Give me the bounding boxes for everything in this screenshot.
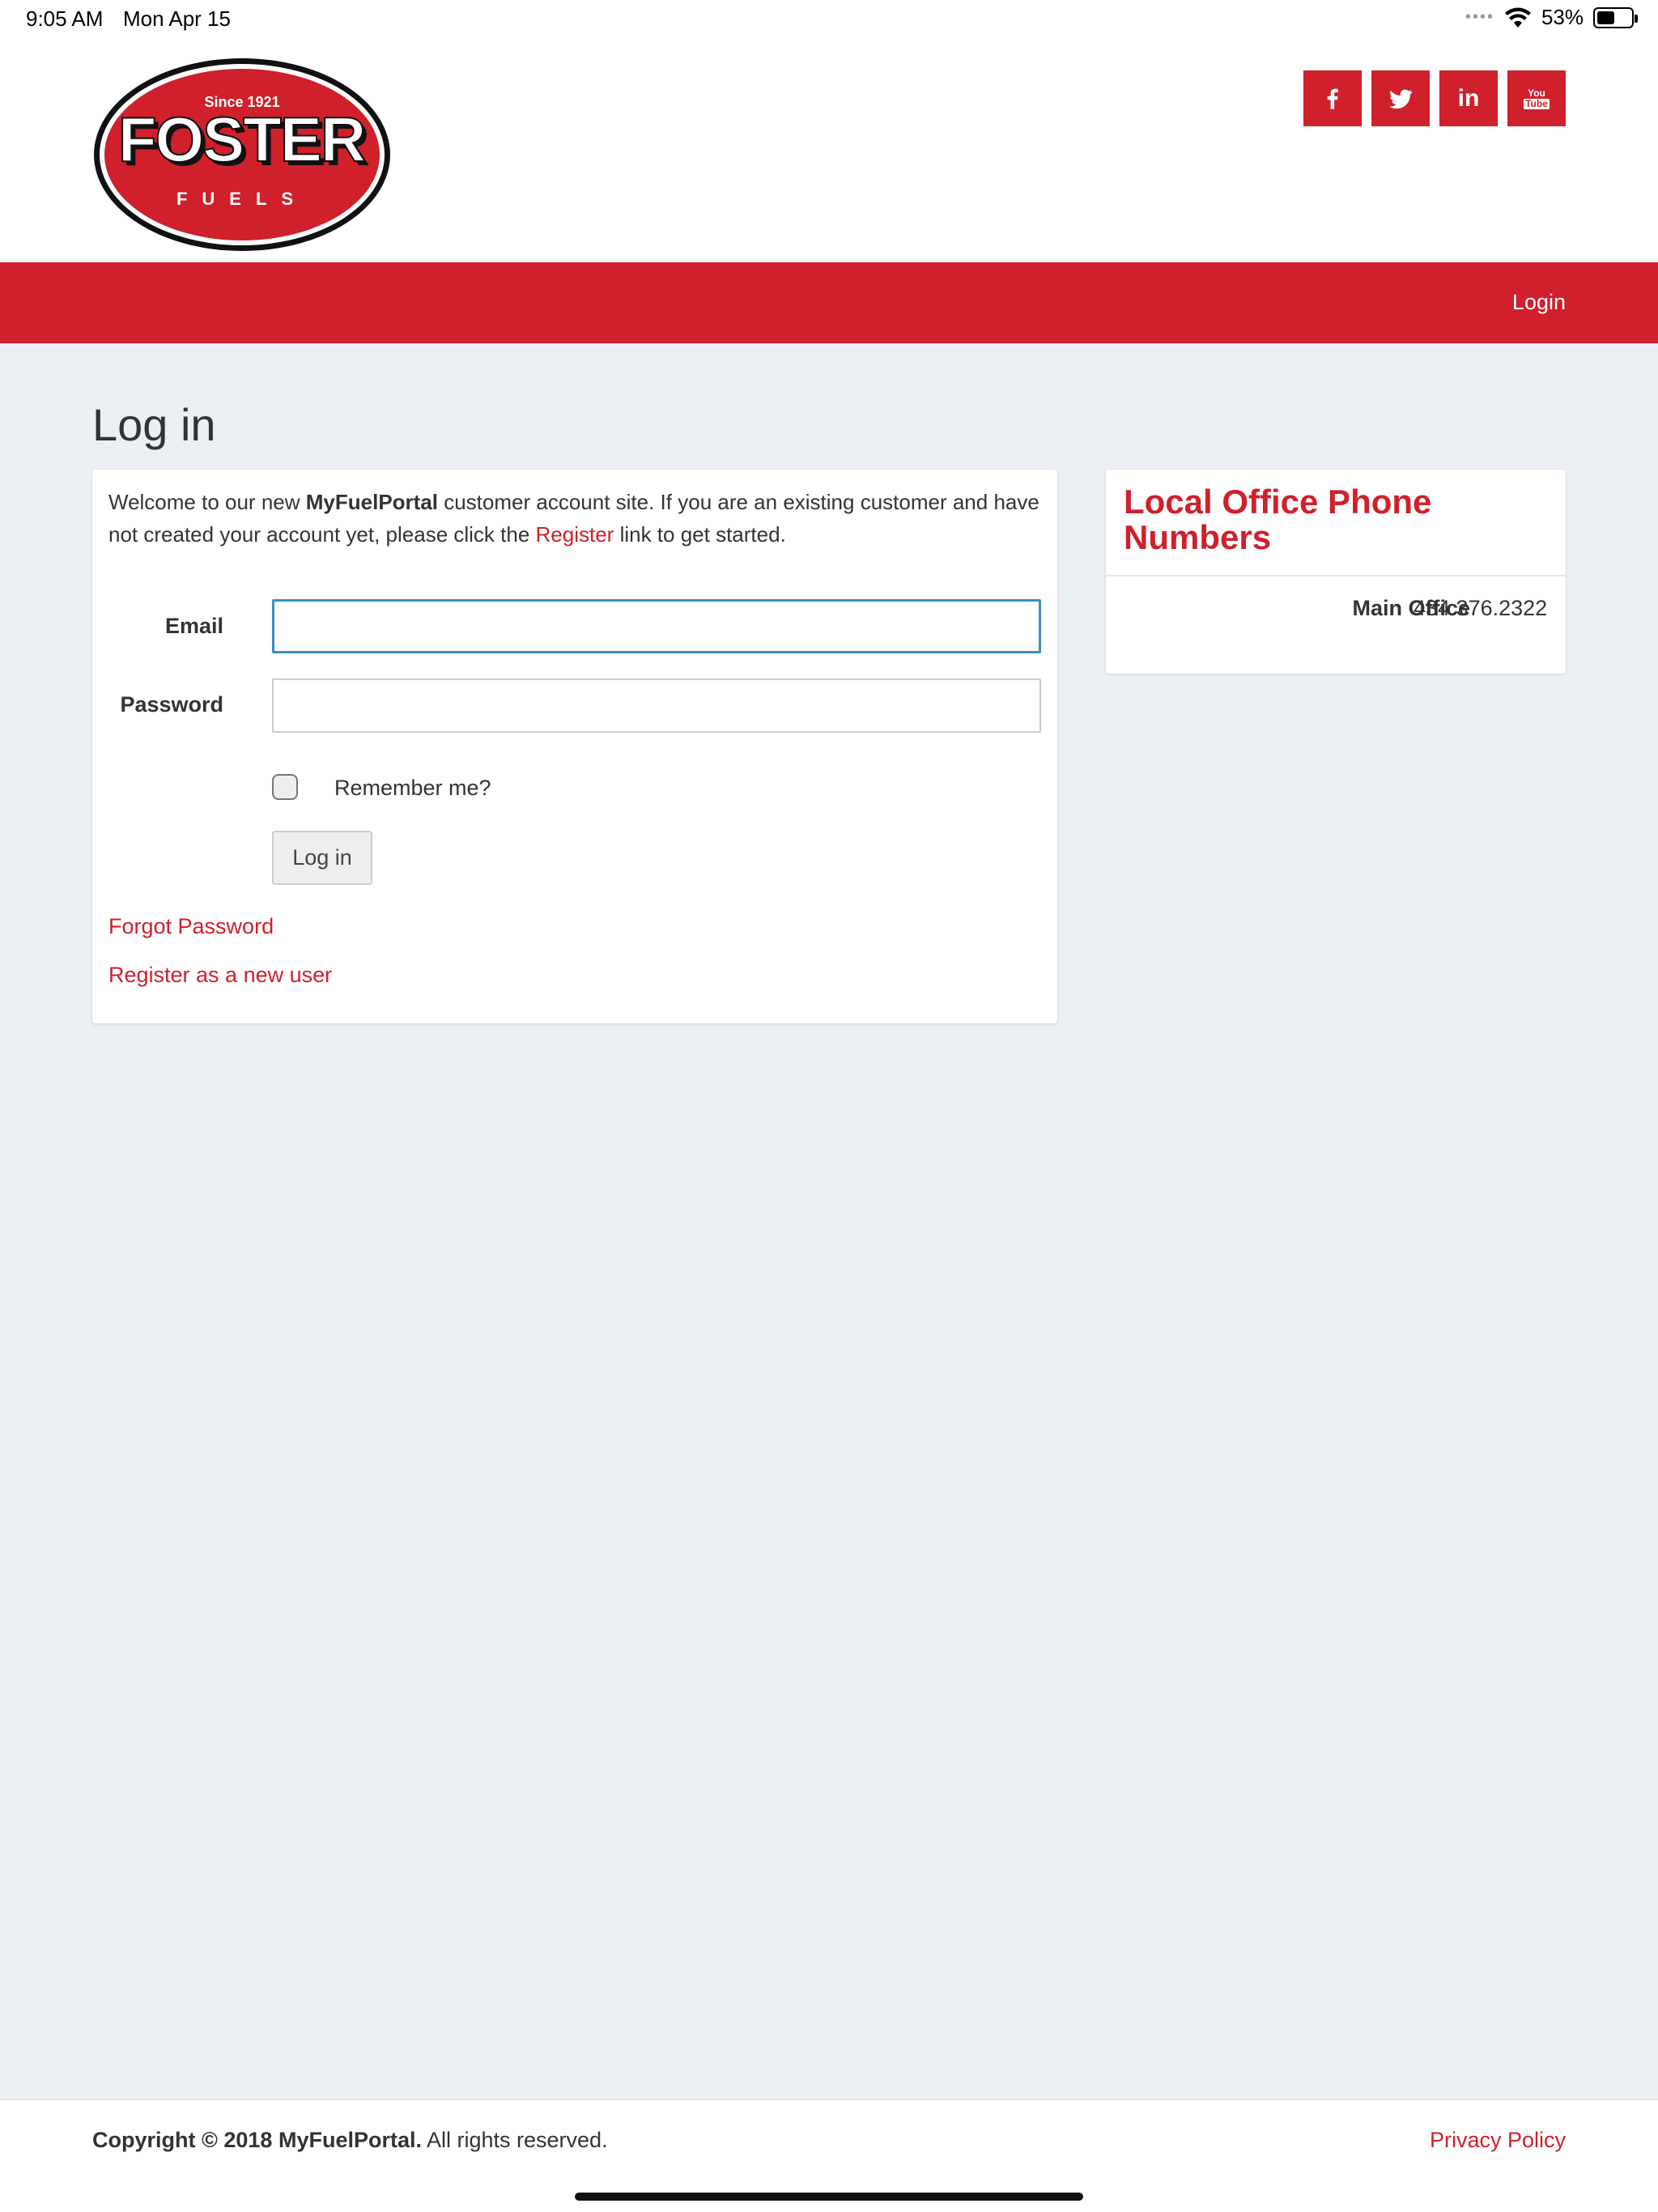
welcome-text: Welcome to our new MyFuelPortal customer… — [108, 486, 1039, 551]
battery-icon — [1593, 6, 1638, 28]
page-title: Log in — [92, 399, 216, 450]
site-footer: Copyright © 2018 MyFuelPortal. All right… — [0, 2099, 1658, 2212]
email-label: Email — [164, 614, 223, 638]
email-input[interactable] — [272, 599, 1041, 653]
home-indicator[interactable] — [575, 2193, 1083, 2201]
youtube-glyph-bottom: Tube — [1524, 97, 1550, 109]
facebook-icon — [1327, 88, 1338, 109]
copyright-text: Copyright © 2018 MyFuelPortal. All right… — [92, 2128, 608, 2153]
status-time: 9:05 AM — [26, 6, 104, 31]
main-office-number: 434.376.2322 — [1414, 596, 1548, 620]
youtube-glyph-top: You — [1528, 87, 1545, 99]
main-nav: Login — [0, 262, 1658, 343]
remember-label[interactable]: Remember me? — [334, 776, 491, 801]
register-inline-link[interactable]: Register — [536, 522, 614, 547]
login-card: Welcome to our new MyFuelPortal customer… — [92, 470, 1057, 1023]
status-bar: 9:05 AM Mon Apr 15 •••• 53% — [0, 0, 1658, 40]
password-label: Password — [120, 692, 223, 717]
status-date: Mon Apr 15 — [123, 6, 231, 31]
phone-card-title: Local Office Phone Numbers — [1124, 483, 1432, 556]
forgot-password-link[interactable]: Forgot Password — [108, 914, 274, 939]
password-input[interactable] — [272, 678, 1041, 733]
phone-numbers-card: Local Office Phone Numbers Main Office 4… — [1106, 470, 1566, 674]
battery-fill — [1597, 11, 1615, 24]
login-button[interactable]: Log in — [272, 831, 372, 885]
welcome-brand: MyFuelPortal — [305, 490, 438, 514]
facebook-button[interactable] — [1303, 70, 1362, 126]
linkedin-button[interactable]: in — [1439, 70, 1498, 126]
logo-brand: FOSTER — [118, 104, 365, 175]
youtube-icon: You Tube — [1524, 87, 1550, 109]
app-root: 9:05 AM Mon Apr 15 •••• 53% Since 1921 F… — [0, 0, 1658, 2212]
youtube-button[interactable]: You Tube — [1507, 70, 1566, 126]
logo-tagline: FUELS — [176, 189, 308, 209]
social-links: in You Tube — [1303, 70, 1566, 126]
foster-fuels-logo[interactable]: Since 1921 FOSTER FOSTER FUELS — [92, 57, 392, 253]
battery-percent: 53% — [1541, 5, 1584, 29]
wifi-icon — [1504, 7, 1531, 28]
privacy-policy-link[interactable]: Privacy Policy — [1430, 2128, 1566, 2153]
twitter-button[interactable] — [1371, 70, 1430, 126]
nav-login-link[interactable]: Login — [1512, 290, 1566, 315]
register-new-user-link[interactable]: Register as a new user — [108, 963, 332, 988]
copyright-bold: Copyright © 2018 MyFuelPortal. — [92, 2128, 422, 2152]
phone-card-divider — [1106, 575, 1566, 576]
welcome-part3: link to get started. — [614, 522, 786, 547]
site-header: Since 1921 FOSTER FOSTER FUELS in You Tu… — [0, 40, 1658, 262]
twitter-icon — [1388, 89, 1413, 108]
welcome-part1: Welcome to our new — [108, 490, 306, 514]
copyright-rest: All rights reserved. — [421, 2128, 608, 2152]
linkedin-icon: in — [1457, 84, 1480, 112]
signal-dots: •••• — [1465, 8, 1494, 26]
remember-checkbox[interactable] — [272, 774, 298, 800]
status-indicators: •••• 53% — [1465, 5, 1638, 30]
